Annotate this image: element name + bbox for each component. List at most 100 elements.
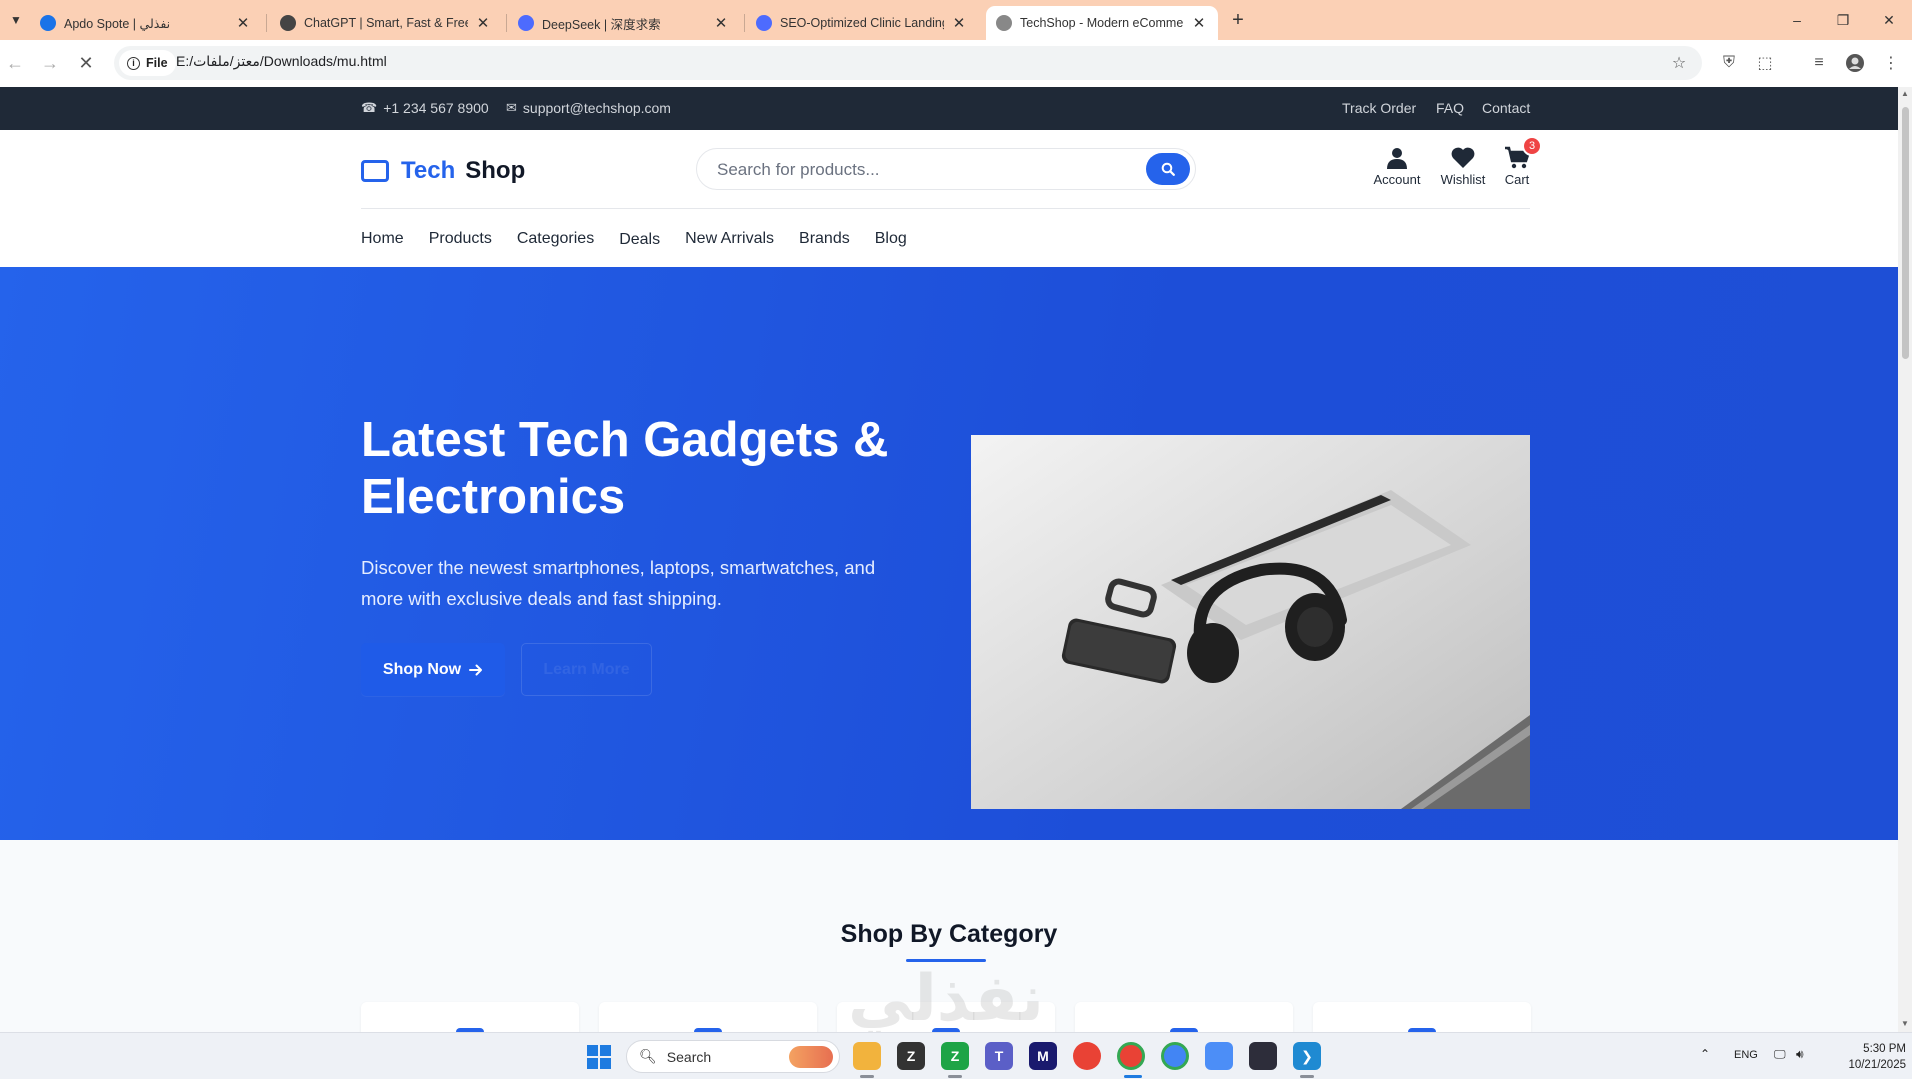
- davinci-resolve-icon[interactable]: [1249, 1042, 1277, 1070]
- tab-deepseek[interactable]: DeepSeek | 深度求索 ✕: [508, 6, 740, 40]
- tab-seo-clinic[interactable]: SEO-Optimized Clinic Landing Page ✕: [746, 6, 978, 40]
- chrome-profile-icon[interactable]: [1117, 1042, 1145, 1070]
- chatgpt-favicon-icon: [280, 15, 296, 31]
- store-app-icon[interactable]: M: [1029, 1042, 1057, 1070]
- scrollbar-thumb[interactable]: [1902, 107, 1909, 359]
- site-logo[interactable]: Tech Shop: [361, 157, 525, 185]
- nav-products[interactable]: Products: [429, 230, 492, 249]
- deepseek-favicon-icon: [756, 15, 772, 31]
- stop-loading-icon[interactable]: ✕: [73, 50, 99, 76]
- account-button[interactable]: Account: [1370, 144, 1424, 187]
- tab-chatgpt[interactable]: ChatGPT | Smart, Fast & Free AI ✕: [270, 6, 502, 40]
- app-running-indicator: [1300, 1075, 1314, 1078]
- main-navigation: Home Products Categories Deals New Arriv…: [361, 230, 932, 249]
- forward-arrow-icon[interactable]: →: [37, 50, 63, 76]
- tab-favicon-icon: [40, 15, 56, 31]
- category-card[interactable]: [1075, 1002, 1293, 1032]
- tray-chevron-up-icon[interactable]: ⌃: [1700, 1047, 1710, 1061]
- shield-extension-icon[interactable]: ⛨: [1716, 50, 1742, 76]
- browser-tab-bar: ▼ Apdo Spote | نفذلي ✕ ChatGPT | Smart, …: [0, 0, 1912, 40]
- scroll-down-arrow-icon[interactable]: ▼: [1900, 1019, 1910, 1028]
- bookmark-star-icon[interactable]: ☆: [1666, 50, 1692, 76]
- tab-separator: [266, 14, 267, 32]
- phone-contact[interactable]: ☎ +1 234 567 8900: [361, 100, 489, 116]
- chrome-icon[interactable]: [1073, 1042, 1101, 1070]
- category-card[interactable]: [1313, 1002, 1531, 1032]
- heart-icon: [1436, 144, 1490, 172]
- close-icon[interactable]: ✕: [712, 14, 730, 32]
- laptop-logo-icon: [361, 160, 389, 182]
- network-icon[interactable]: 🖵︎: [1774, 1047, 1786, 1062]
- restore-icon[interactable]: ❐: [1820, 8, 1866, 32]
- hero-subtitle: Discover the newest smartphones, laptops…: [361, 557, 876, 609]
- tab-separator: [744, 14, 745, 32]
- minimize-icon[interactable]: –: [1774, 8, 1820, 32]
- teams-icon[interactable]: T: [985, 1042, 1013, 1070]
- category-card[interactable]: [361, 1002, 579, 1032]
- track-order-link[interactable]: Track Order: [1342, 100, 1416, 116]
- search-icon: [1161, 162, 1175, 176]
- nav-home[interactable]: Home: [361, 230, 404, 249]
- taskbar-search[interactable]: 🔍︎ Search: [626, 1040, 840, 1073]
- volume-icon[interactable]: 🔊︎: [1796, 1047, 1804, 1062]
- contact-link[interactable]: Contact: [1482, 100, 1530, 116]
- window-close-icon[interactable]: ✕: [1866, 8, 1912, 32]
- section-title: Shop By Category: [840, 920, 1058, 948]
- search-highlight-icon: [789, 1045, 833, 1068]
- zoho-app-icon[interactable]: Z: [941, 1042, 969, 1070]
- close-icon[interactable]: ✕: [950, 14, 968, 32]
- page-scrollbar[interactable]: ▲ ▼: [1898, 87, 1912, 1032]
- info-icon: i: [127, 56, 140, 70]
- new-tab-plus-icon[interactable]: +: [1226, 8, 1250, 32]
- tab-apdo-spote[interactable]: Apdo Spote | نفذلي ✕: [30, 6, 262, 40]
- page-viewport: ☎ +1 234 567 8900 ✉ support@techshop.com…: [0, 87, 1898, 1032]
- app-running-indicator: [860, 1075, 874, 1078]
- nav-blog[interactable]: Blog: [875, 230, 907, 249]
- tab-search-chevron-icon[interactable]: ▼: [4, 8, 28, 32]
- media-queue-icon[interactable]: ≡: [1806, 50, 1832, 76]
- close-icon[interactable]: ✕: [474, 14, 492, 32]
- wishlist-button[interactable]: Wishlist: [1436, 144, 1490, 187]
- profile-avatar-icon[interactable]: [1842, 50, 1868, 76]
- search-input[interactable]: [717, 158, 1137, 182]
- file-explorer-icon[interactable]: [853, 1042, 881, 1070]
- faq-link[interactable]: FAQ: [1436, 100, 1464, 116]
- language-indicator[interactable]: ENG: [1734, 1049, 1758, 1061]
- close-icon[interactable]: ✕: [1190, 14, 1208, 32]
- category-card[interactable]: [599, 1002, 817, 1032]
- shop-now-button[interactable]: Shop Now: [361, 643, 505, 696]
- windows-start-icon[interactable]: [587, 1045, 611, 1069]
- extensions-puzzle-icon[interactable]: ⬚: [1752, 50, 1778, 76]
- search-icon: 🔍︎: [639, 1048, 657, 1064]
- search-button[interactable]: [1146, 153, 1190, 185]
- site-info-chip[interactable]: i File: [119, 50, 176, 76]
- hero-section: Latest Tech Gadgets & Electronics Discov…: [0, 267, 1898, 840]
- tab-techshop[interactable]: TechShop - Modern eCommerce ✕: [986, 6, 1218, 40]
- nav-brands[interactable]: Brands: [799, 230, 850, 249]
- back-arrow-icon[interactable]: ←: [2, 50, 28, 76]
- snipping-tool-icon[interactable]: [1205, 1042, 1233, 1070]
- kebab-menu-icon[interactable]: ⋮: [1878, 50, 1904, 76]
- zed-app-icon[interactable]: Z: [897, 1042, 925, 1070]
- deepseek-favicon-icon: [518, 15, 534, 31]
- watermark-logo: نفذلي: [848, 962, 1044, 1036]
- taskbar-clock[interactable]: 5:30 PM 10/21/2025: [1826, 1041, 1906, 1073]
- nav-deals[interactable]: Deals: [619, 231, 660, 249]
- hero-title: Latest Tech Gadgets & Electronics: [361, 413, 889, 524]
- phone-icon: ☎: [361, 100, 378, 115]
- page-favicon-icon: [996, 15, 1012, 31]
- close-icon[interactable]: ✕: [234, 14, 252, 32]
- url-text[interactable]: E:/معتز/ملفات/Downloads/mu.html: [176, 53, 387, 70]
- top-info-bar: ☎ +1 234 567 8900 ✉ support@techshop.com…: [0, 87, 1898, 130]
- product-search: [696, 148, 1196, 190]
- learn-more-button[interactable]: Learn More: [521, 643, 652, 696]
- nav-new-arrivals[interactable]: New Arrivals: [685, 230, 774, 249]
- vscode-icon[interactable]: ❯: [1293, 1042, 1321, 1070]
- email-contact[interactable]: ✉ support@techshop.com: [506, 100, 671, 116]
- chrome-alt-icon[interactable]: [1161, 1042, 1189, 1070]
- scroll-up-arrow-icon[interactable]: ▲: [1900, 89, 1910, 98]
- cart-button[interactable]: 3 Cart: [1500, 136, 1542, 187]
- nav-categories[interactable]: Categories: [517, 230, 594, 249]
- hero-product-image: [971, 435, 1530, 809]
- cart-count-badge: 3: [1522, 136, 1542, 156]
